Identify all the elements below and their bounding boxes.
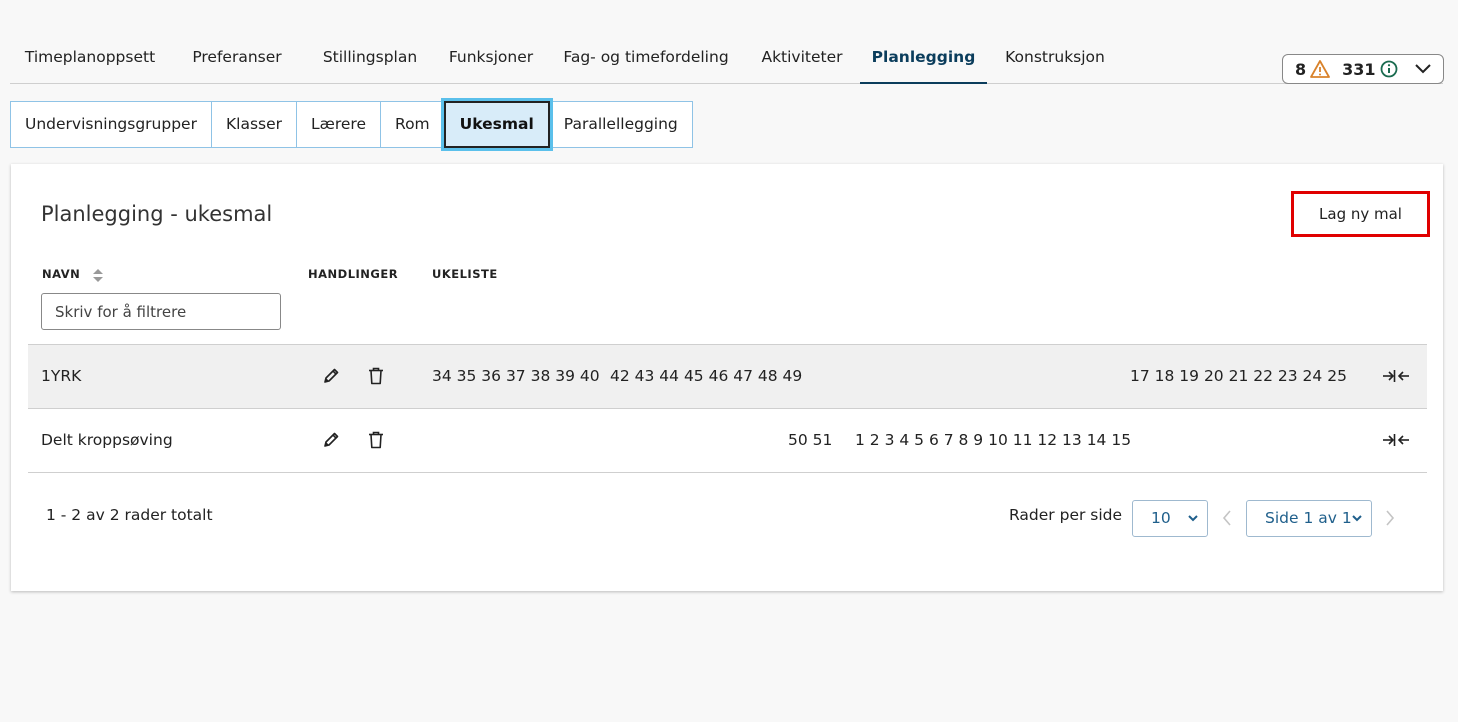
tab-fag-og-timefordeling[interactable]: Fag- og timefordeling [563,38,729,84]
weeks-segment: 42 43 44 45 46 47 48 49 [610,367,803,385]
trash-icon[interactable] [365,429,387,451]
subtab-rom[interactable]: Rom [380,101,445,148]
subtab-laerere[interactable]: Lærere [296,101,381,148]
table-row: Delt kroppsøving 50 51 1 2 3 4 5 6 7 8 9… [28,408,1427,473]
chevron-down-icon [1187,501,1199,549]
tab-timeplanoppsett[interactable]: Timeplanoppsett [10,38,170,84]
subtab-klasser[interactable]: Klasser [210,101,297,148]
row-name: 1YRK [41,367,82,385]
column-header-name[interactable]: NAVN [42,267,80,281]
create-template-button[interactable]: Lag ny mal [1291,191,1430,237]
info-count: 331 [1342,59,1376,79]
tab-preferanser[interactable]: Preferanser [184,38,290,84]
weeks-segment: 17 18 19 20 21 22 23 24 25 [1130,367,1347,385]
subtab-parallellegging[interactable]: Parallellegging [548,101,693,148]
warning-icon [1310,60,1331,78]
info-icon [1380,60,1398,78]
weeks-segment: 50 51 [788,431,833,449]
subtab-undervisningsgrupper[interactable]: Undervisningsgrupper [10,101,212,148]
rows-per-page-label: Rader per side [1009,506,1123,524]
tab-funksjoner[interactable]: Funksjoner [441,38,541,84]
subtab-ukesmal[interactable]: Ukesmal [443,101,550,148]
trash-icon[interactable] [365,365,387,387]
column-header-actions: HANDLINGER [308,267,399,281]
row-count-summary: 1 - 2 av 2 rader totalt [46,506,213,524]
rows-per-page-select[interactable]: 10 [1132,500,1208,537]
chevron-left-icon[interactable] [1222,509,1232,531]
sub-tab-bar: Undervisningsgrupper Klasser Lærere Rom … [10,101,693,148]
pencil-icon[interactable] [320,365,342,387]
warning-count: 8 [1295,59,1307,79]
page-select-value: Side 1 av 1 [1265,509,1352,527]
tab-stillingsplan[interactable]: Stillingsplan [308,38,432,84]
chevron-down-icon [1351,501,1363,549]
collapse-arrows-icon[interactable] [1381,365,1411,387]
validation-status-dropdown[interactable]: 8 331 [1282,54,1444,84]
page-title: Planlegging - ukesmal [41,202,273,226]
main-tab-bar: Timeplanoppsett Preferanser Stillingspla… [10,38,1443,84]
ukesmal-card: Planlegging - ukesmal Lag ny mal NAVN HA… [11,164,1443,591]
column-header-weeklist: UKELISTE [432,267,498,281]
chevron-down-icon [1414,63,1432,75]
rows-per-page-value: 10 [1151,509,1171,527]
weeks-segment: 1 2 3 4 5 6 7 8 9 10 11 12 13 14 15 [855,431,1132,449]
name-filter-input[interactable] [41,293,281,330]
page-select[interactable]: Side 1 av 1 [1246,500,1372,537]
collapse-arrows-icon[interactable] [1381,429,1411,451]
table-row: 1YRK 34 35 36 37 38 39 40 42 43 44 45 46… [28,344,1427,408]
tab-aktiviteter[interactable]: Aktiviteter [758,38,846,84]
tab-konstruksjon[interactable]: Konstruksjon [1000,38,1110,84]
chevron-right-icon[interactable] [1385,509,1395,531]
row-name: Delt kroppsøving [41,431,173,449]
pencil-icon[interactable] [320,429,342,451]
sort-icon[interactable] [93,268,103,286]
tab-planlegging[interactable]: Planlegging [860,38,987,84]
weeks-segment: 34 35 36 37 38 39 40 [432,367,600,385]
